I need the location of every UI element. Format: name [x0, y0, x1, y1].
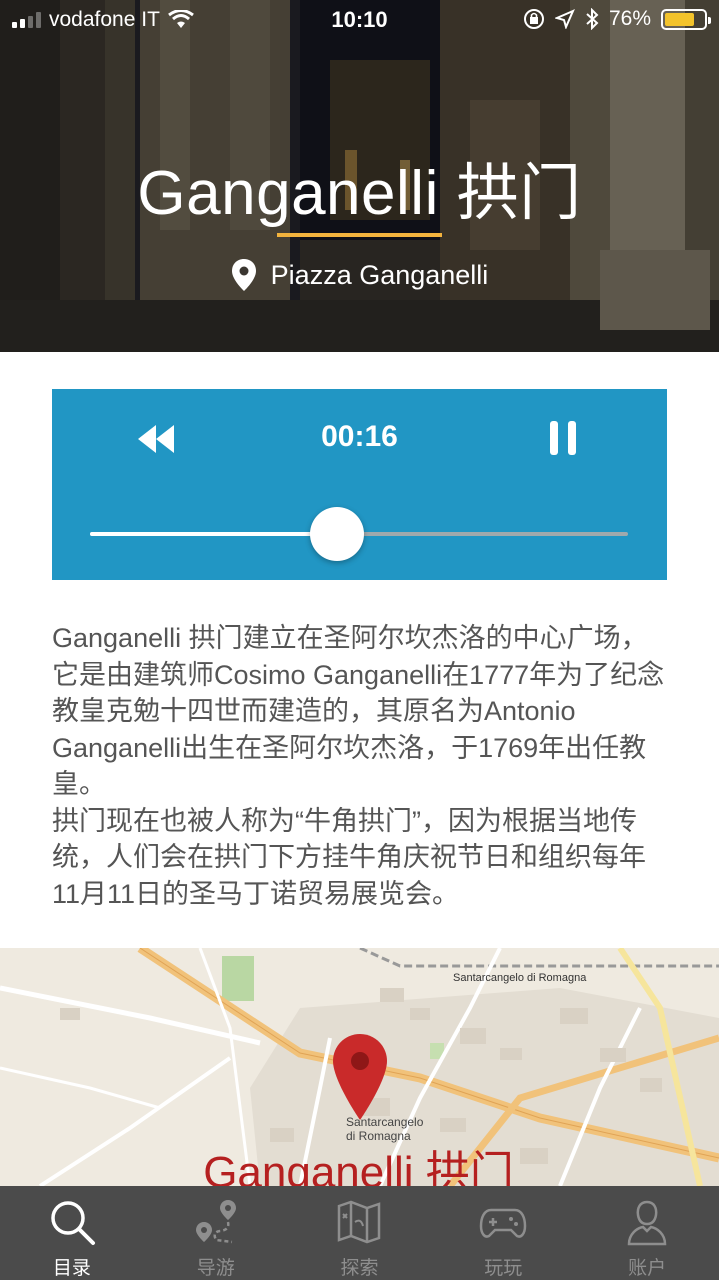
pause-button[interactable]	[548, 419, 578, 457]
progress-thumb[interactable]	[310, 507, 365, 561]
rotation-lock-icon	[523, 9, 544, 29]
bluetooth-icon	[586, 8, 599, 30]
map-icon	[338, 1200, 381, 1244]
route-icon	[195, 1200, 236, 1244]
location-text: Piazza Ganganelli	[270, 259, 489, 290]
location-pin-icon	[231, 259, 256, 291]
tab-bar: 目录 导游 探索 玩玩 账户	[0, 1186, 719, 1280]
map-top-label: Santarcangelo di Romagna	[453, 972, 587, 984]
description-paragraph: Ganganelli 拱门建立在圣阿尔坎杰洛的中心广场，它是由建筑师Cosimo…	[52, 623, 665, 799]
map-town-line: Santarcangelo	[346, 1115, 424, 1129]
audio-player: 00:16	[52, 389, 667, 580]
tab-label: 探索	[340, 1258, 379, 1279]
search-icon	[51, 1201, 95, 1245]
location-arrow-icon	[554, 9, 575, 29]
tab-catalog[interactable]: 目录	[0, 1186, 144, 1280]
tab-explore[interactable]: 探索	[288, 1186, 432, 1280]
gamepad-icon	[480, 1208, 527, 1238]
tab-play[interactable]: 玩玩	[431, 1186, 575, 1280]
tab-account[interactable]: 账户	[575, 1186, 719, 1280]
tab-guide[interactable]: 导游	[144, 1186, 288, 1280]
battery-icon	[661, 8, 711, 30]
hero-banner: vodafone IT 10:10 76% Ganganelli 拱门 Piaz…	[0, 0, 719, 352]
description-paragraph: 拱门现在也被人称为“牛角拱门”，因为根据当地传统，人们会在拱门下方挂牛角庆祝节日…	[52, 805, 646, 909]
tab-label: 目录	[52, 1258, 91, 1279]
page-title: Ganganelli 拱门	[137, 159, 582, 228]
progress-track[interactable]	[90, 507, 628, 561]
location-row: Piazza Ganganelli	[0, 258, 719, 292]
user-icon	[627, 1200, 667, 1246]
tab-label: 玩玩	[484, 1258, 523, 1279]
tab-label: 账户	[628, 1258, 667, 1279]
status-bar: vodafone IT 10:10 76%	[0, 0, 719, 40]
tab-label: 导游	[196, 1258, 235, 1279]
battery-level-fill	[665, 12, 694, 26]
progress-fill	[90, 532, 338, 536]
battery-percent: 76%	[608, 7, 651, 30]
title-underline	[277, 233, 442, 237]
description: Ganganelli 拱门建立在圣阿尔坎杰洛的中心广场，它是由建筑师Cosimo…	[52, 620, 672, 912]
